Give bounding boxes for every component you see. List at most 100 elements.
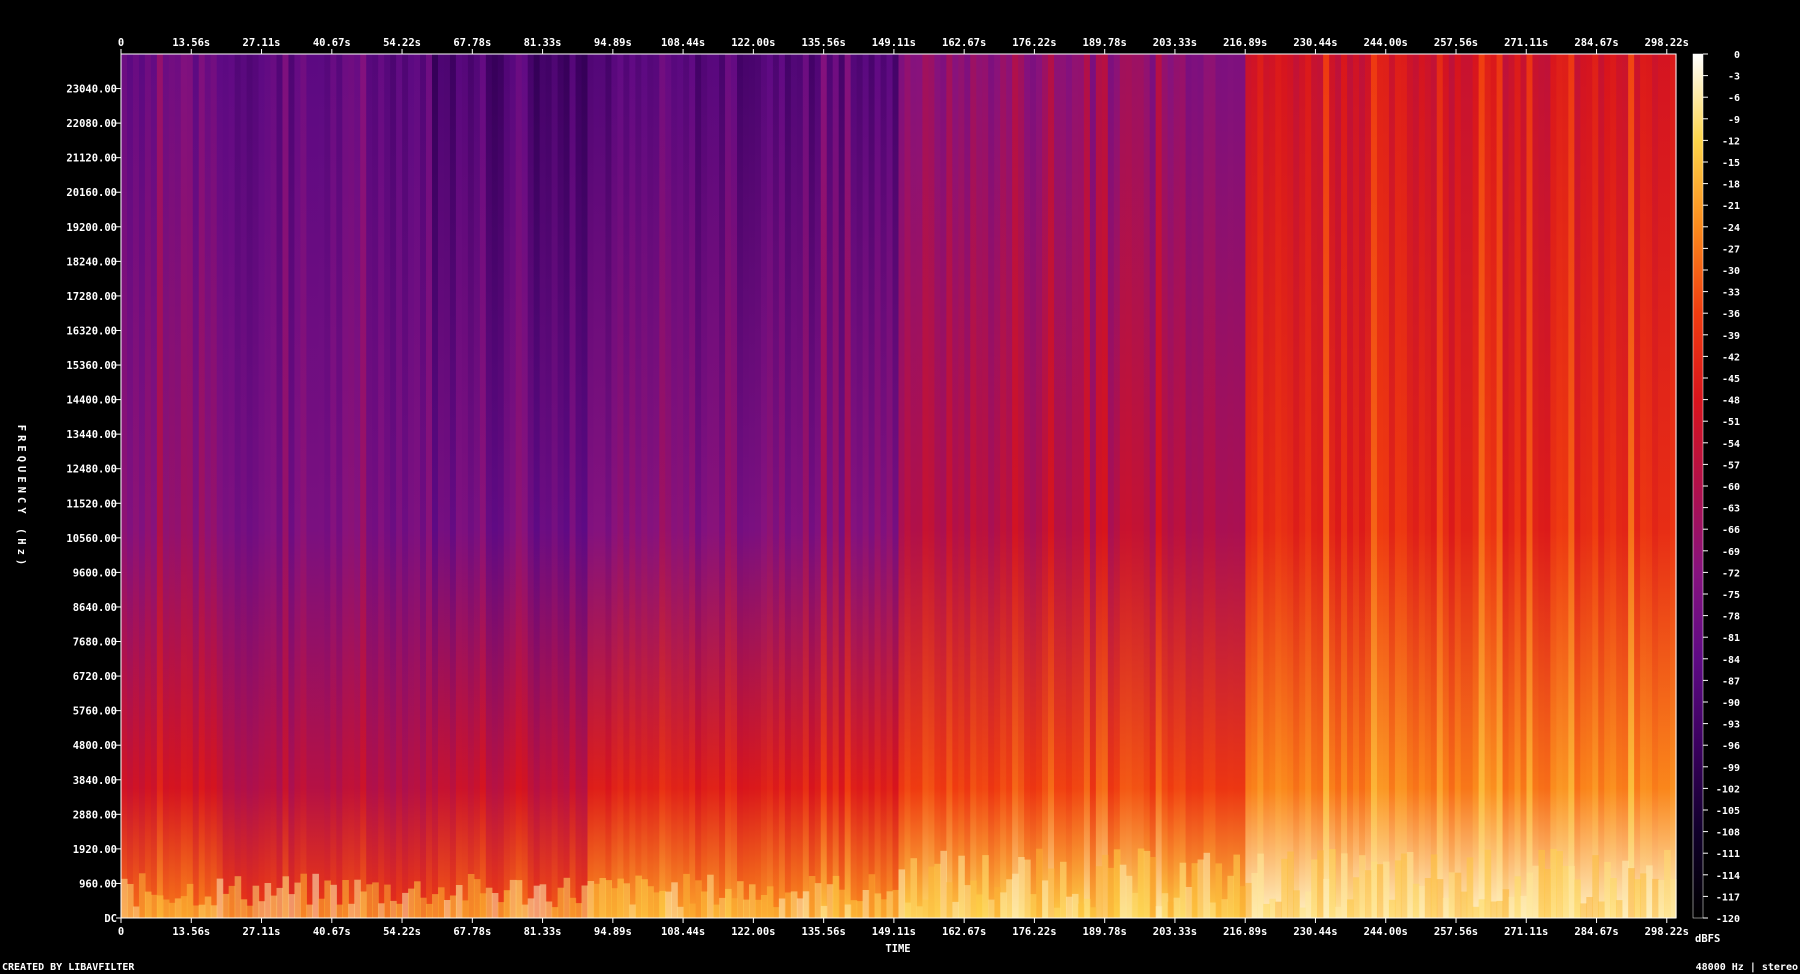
heatmap-lf-band [647, 886, 654, 918]
heatmap-column [1095, 54, 1103, 918]
x-tick-label: 108.44s [661, 37, 705, 49]
heatmap-lf-band [324, 880, 331, 918]
x-tick-label: 216.89s [1223, 37, 1267, 49]
heatmap-column [1161, 54, 1169, 918]
heatmap-column [629, 54, 636, 918]
footer-credit: CREATED BY LIBAVFILTER [2, 962, 135, 973]
heatmap-lf-band [1317, 850, 1324, 918]
heatmap-lf-band [222, 893, 230, 918]
heatmap-lf-band [282, 876, 290, 918]
heatmap-column [970, 54, 977, 918]
heatmap-column [1508, 54, 1516, 918]
heatmap-lf-band [1544, 869, 1551, 918]
heatmap-lf-band [1137, 848, 1145, 918]
heatmap-lf-band [432, 894, 439, 918]
x-tick-label: 271.11s [1504, 37, 1548, 49]
heatmap-column [1604, 54, 1611, 918]
heatmap-column [910, 54, 918, 918]
heatmap-lf-band [1251, 873, 1258, 918]
heatmap-column [1048, 54, 1055, 918]
heatmap-column [1167, 54, 1175, 918]
y-tick-label: 960.00 [79, 878, 117, 890]
heatmap-column [916, 54, 924, 918]
heatmap-column [318, 54, 325, 918]
heatmap-lf-band [467, 874, 475, 918]
heatmap-lf-band [1185, 887, 1193, 918]
heatmap-lf-band [192, 905, 200, 918]
heatmap-column [1197, 54, 1205, 918]
heatmap-lf-band [1430, 854, 1438, 918]
x-tick-label: 284.67s [1574, 37, 1618, 49]
heatmap-column [210, 54, 218, 918]
heatmap-column [856, 54, 864, 918]
heatmap-lf-band [1269, 898, 1276, 918]
heatmap-lf-band [802, 891, 810, 918]
heatmap-lf-band [1353, 877, 1360, 918]
heatmap-column [455, 54, 463, 918]
heatmap-lf-band [1604, 861, 1611, 918]
heatmap-column [1484, 54, 1492, 918]
heatmap-column [1059, 54, 1067, 918]
colorbar-tick-label: -99 [1722, 763, 1740, 774]
heatmap-lf-band [1376, 864, 1384, 918]
heatmap-column [503, 54, 511, 918]
heatmap-column [1239, 54, 1246, 918]
heatmap-column [1353, 54, 1360, 918]
heatmap-column [300, 54, 307, 918]
heatmap-column [402, 54, 409, 918]
heatmap-column [641, 54, 648, 918]
heatmap-lf-band [617, 878, 624, 918]
heatmap-column [1287, 54, 1294, 918]
heatmap-column [527, 54, 535, 918]
heatmap-lf-band [1065, 896, 1073, 918]
colorbar-tick-label: -72 [1722, 568, 1740, 579]
x-tick-label: 203.33s [1153, 37, 1197, 49]
heatmap-lf-band [533, 885, 541, 918]
heatmap-lf-band [1400, 853, 1408, 918]
x-tick-label: 162.67s [942, 926, 986, 938]
heatmap-lf-band [1131, 892, 1139, 918]
heatmap-lf-band [1490, 901, 1498, 918]
heatmap-lf-band [509, 879, 517, 918]
heatmap-column [743, 54, 750, 918]
heatmap-column [838, 54, 846, 918]
y-axis: DC 960.00 1920.00 2880.00 3840.00 4800.00 5760… [66, 84, 121, 925]
heatmap-column [372, 54, 379, 918]
x-tick-label: 257.56s [1434, 37, 1478, 49]
heatmap-column [1137, 54, 1145, 918]
heatmap-column [1376, 54, 1384, 918]
heatmap-column [1215, 54, 1223, 918]
colorbar-tick-label: -36 [1722, 309, 1740, 320]
heatmap-column [665, 54, 672, 918]
heatmap-lf-band [677, 906, 684, 918]
heatmap-lf-band [1436, 879, 1444, 918]
colorbar-tick-label: -39 [1722, 331, 1740, 342]
heatmap-lf-band [1520, 895, 1528, 918]
heatmap-lf-band [784, 892, 792, 918]
heatmap-lf-band [599, 878, 607, 918]
heatmap-lf-band [1305, 891, 1312, 918]
heatmap-lf-band [1071, 893, 1079, 918]
colorbar-tick-label: -81 [1722, 633, 1740, 644]
heatmap-column [731, 54, 738, 918]
heatmap-column [150, 54, 158, 918]
heatmap-column [1071, 54, 1079, 918]
x-tick-label: 67.78s [453, 926, 491, 938]
heatmap-column [1442, 54, 1450, 918]
heatmap-lf-band [1209, 902, 1217, 918]
heatmap-lf-band [605, 880, 613, 918]
heatmap-lf-band [593, 883, 601, 918]
heatmap-lf-band [1478, 899, 1486, 918]
heatmap-lf-band [545, 901, 553, 918]
heatmap-column [766, 54, 774, 918]
heatmap-lf-band [1454, 872, 1462, 918]
colorbar-tick-label: -108 [1716, 828, 1740, 839]
heatmap-lf-band [1382, 861, 1390, 918]
x-tick-label: 0 [118, 37, 124, 49]
y-tick-label: 18240.00 [66, 256, 117, 268]
heatmap-lf-band [1161, 893, 1169, 918]
heatmap-column [647, 54, 654, 918]
heatmap-column [1030, 54, 1037, 918]
heatmap-column [593, 54, 601, 918]
heatmap-lf-band [276, 887, 284, 918]
